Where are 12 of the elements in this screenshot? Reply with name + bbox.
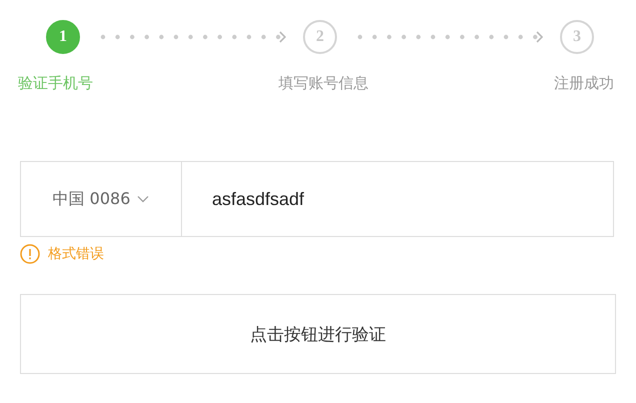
step-label: 填写账号信息 [278, 74, 368, 93]
chevron-down-icon [137, 195, 150, 203]
phone-number-field[interactable]: asfasdfsadf [182, 161, 614, 237]
country-code-dropdown[interactable]: 中国 0086 [20, 161, 182, 237]
step-label: 注册成功 [554, 74, 614, 93]
warning-icon [20, 244, 40, 264]
verify-button[interactable]: 点击按钮进行验证 [20, 294, 616, 374]
dotted-arrow-icon [100, 30, 286, 44]
error-message: 格式错误 [48, 245, 104, 263]
step-number: 1 [46, 20, 80, 54]
step-label: 验证手机号 [18, 74, 93, 93]
dotted-arrow-icon [357, 30, 543, 44]
